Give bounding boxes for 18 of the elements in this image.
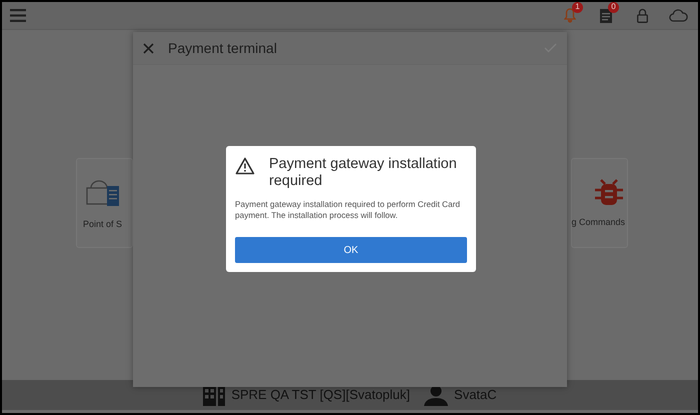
module-tile[interactable]: Point of S bbox=[76, 158, 133, 248]
dialog-message: Payment gateway installation required to perform Credit Card payment. The installation process will follow. bbox=[235, 198, 462, 222]
cloud-icon[interactable] bbox=[668, 9, 688, 22]
building-icon bbox=[203, 384, 226, 406]
user-name: SvataC bbox=[454, 386, 497, 404]
dialog-title: Payment gateway installation required bbox=[269, 156, 458, 191]
document-icon[interactable] bbox=[600, 8, 612, 22]
warning-icon bbox=[235, 157, 255, 175]
ok-button[interactable]: OK bbox=[235, 237, 467, 263]
module-tile[interactable]: g Commands bbox=[571, 158, 628, 248]
menu-icon[interactable] bbox=[10, 9, 26, 22]
lock-icon[interactable] bbox=[636, 8, 648, 23]
store-name: SPRE QA TST [QS][Svatopluk] bbox=[231, 386, 410, 404]
user-icon bbox=[424, 384, 448, 406]
panel-title: Payment terminal bbox=[168, 38, 277, 58]
close-icon[interactable] bbox=[143, 42, 154, 54]
notification-badge: 1 bbox=[572, 2, 583, 12]
document-badge: 0 bbox=[608, 2, 619, 12]
